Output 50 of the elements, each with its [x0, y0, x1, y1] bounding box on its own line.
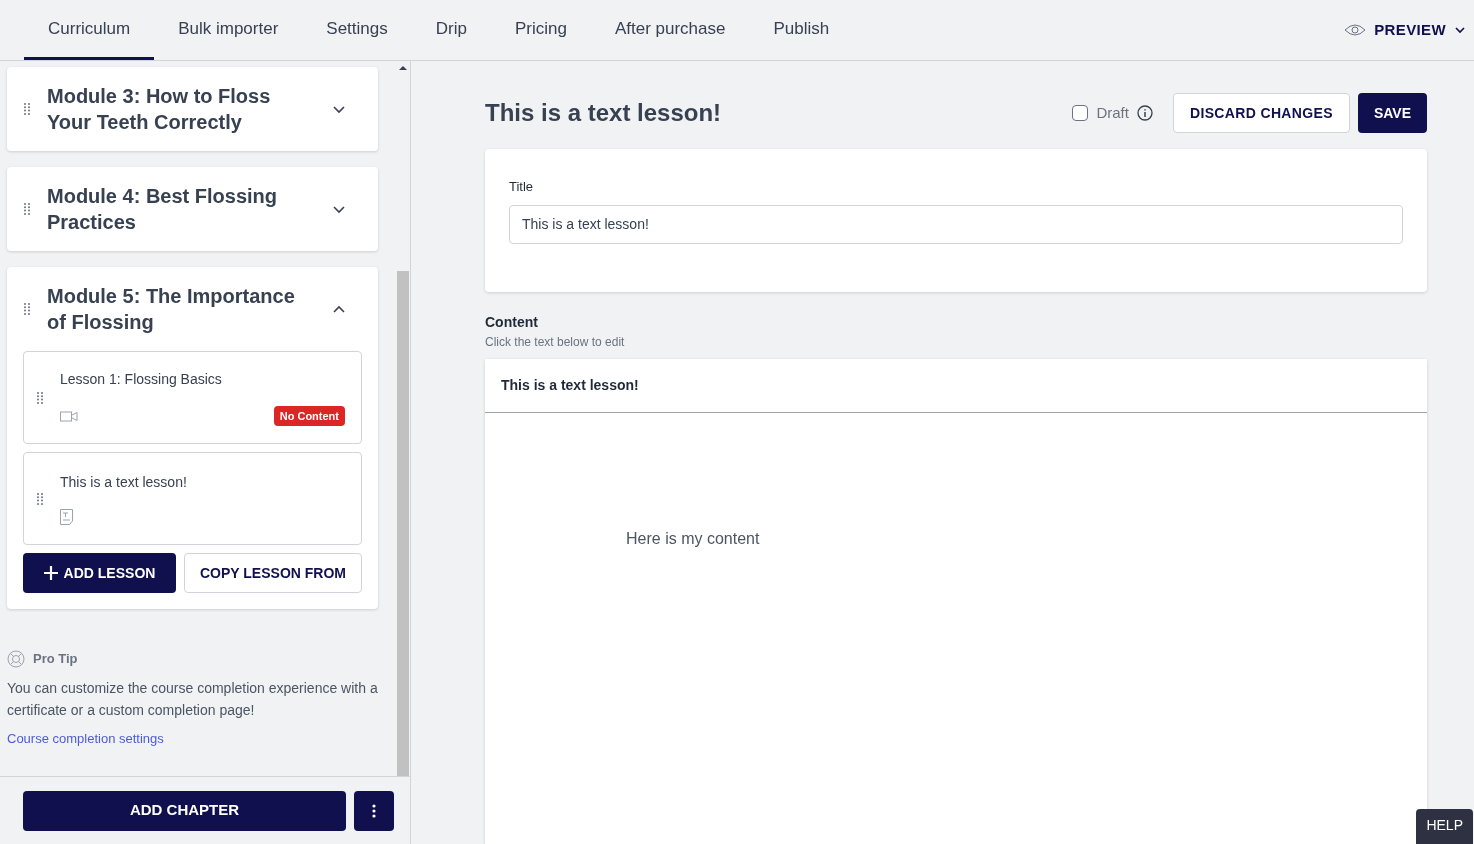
module-title[interactable]: Module 4: Best Flossing Practices [47, 183, 316, 235]
tab[interactable]: Settings [302, 0, 412, 60]
pro-tip-heading: Pro Tip [33, 650, 78, 668]
content-hint: Click the text below to edit [485, 333, 626, 351]
draft-label: Draft [1096, 102, 1129, 123]
lifebuoy-icon [7, 649, 25, 668]
module-title[interactable]: Module 5: The Importance of Flossing [47, 283, 316, 335]
module-title[interactable]: Module 3: How to Floss Your Teeth Correctly [47, 83, 316, 135]
tab[interactable]: Bulk importer [154, 0, 303, 60]
content-editor[interactable]: This is a text lesson! Here is my content [485, 358, 1427, 844]
lesson-title: Lesson 1: Flossing Basics [60, 369, 223, 389]
tab[interactable]: After purchase [590, 0, 750, 60]
title-input[interactable]: This is a text lesson! [509, 204, 1403, 244]
completion-settings-link[interactable]: Course completion settings [7, 728, 164, 748]
title-label: Title [509, 178, 535, 196]
drag-handle-icon[interactable] [36, 491, 44, 506]
copy-lesson-button[interactable]: COPY LESSON FROM [184, 553, 362, 593]
lesson-title: This is a text lesson! [60, 473, 188, 492]
eye-icon [1344, 23, 1367, 37]
drag-handle-icon[interactable] [23, 202, 31, 216]
scroll-up-arrow-icon[interactable] [399, 65, 407, 71]
more-options-button[interactable] [354, 790, 394, 831]
more-vertical-icon [372, 803, 376, 818]
tab[interactable]: Publish [749, 0, 854, 60]
status-badge: No Content [273, 405, 345, 427]
content-heading: This is a text lesson! [501, 375, 639, 395]
content-body: Here is my content [626, 528, 761, 549]
video-camera-icon [60, 410, 78, 422]
save-button[interactable]: SAVE [1357, 93, 1427, 133]
pro-tip-text: You can customize the course completion experience with a certificate or a custom completion page! [7, 678, 378, 720]
content-label: Content [485, 312, 539, 332]
drag-handle-icon[interactable] [23, 302, 31, 316]
lesson-heading: This is a text lesson! [485, 98, 722, 128]
discard-changes-button[interactable]: DISCARD CHANGES [1172, 93, 1350, 133]
text-document-icon [60, 509, 73, 525]
drag-handle-icon[interactable] [23, 102, 31, 116]
lesson-card[interactable]: Lesson 1: Flossing Basics No Content [23, 351, 362, 444]
tab[interactable]: Curriculum [24, 0, 155, 60]
draft-checkbox[interactable] [1072, 105, 1089, 121]
tab[interactable]: Pricing [490, 0, 591, 60]
chevron-down-icon [1454, 24, 1466, 36]
add-lesson-button[interactable]: ADD LESSON [23, 553, 176, 593]
plus-icon [43, 566, 58, 580]
info-icon[interactable] [1136, 105, 1153, 121]
drag-handle-icon[interactable] [36, 390, 44, 405]
lesson-card[interactable]: This is a text lesson! [23, 452, 362, 545]
help-button[interactable]: HELP [1416, 809, 1473, 844]
preview-button[interactable]: PREVIEW [1344, 18, 1466, 42]
tab[interactable]: Drip [411, 0, 491, 60]
add-chapter-button[interactable]: ADD CHAPTER [23, 790, 346, 831]
